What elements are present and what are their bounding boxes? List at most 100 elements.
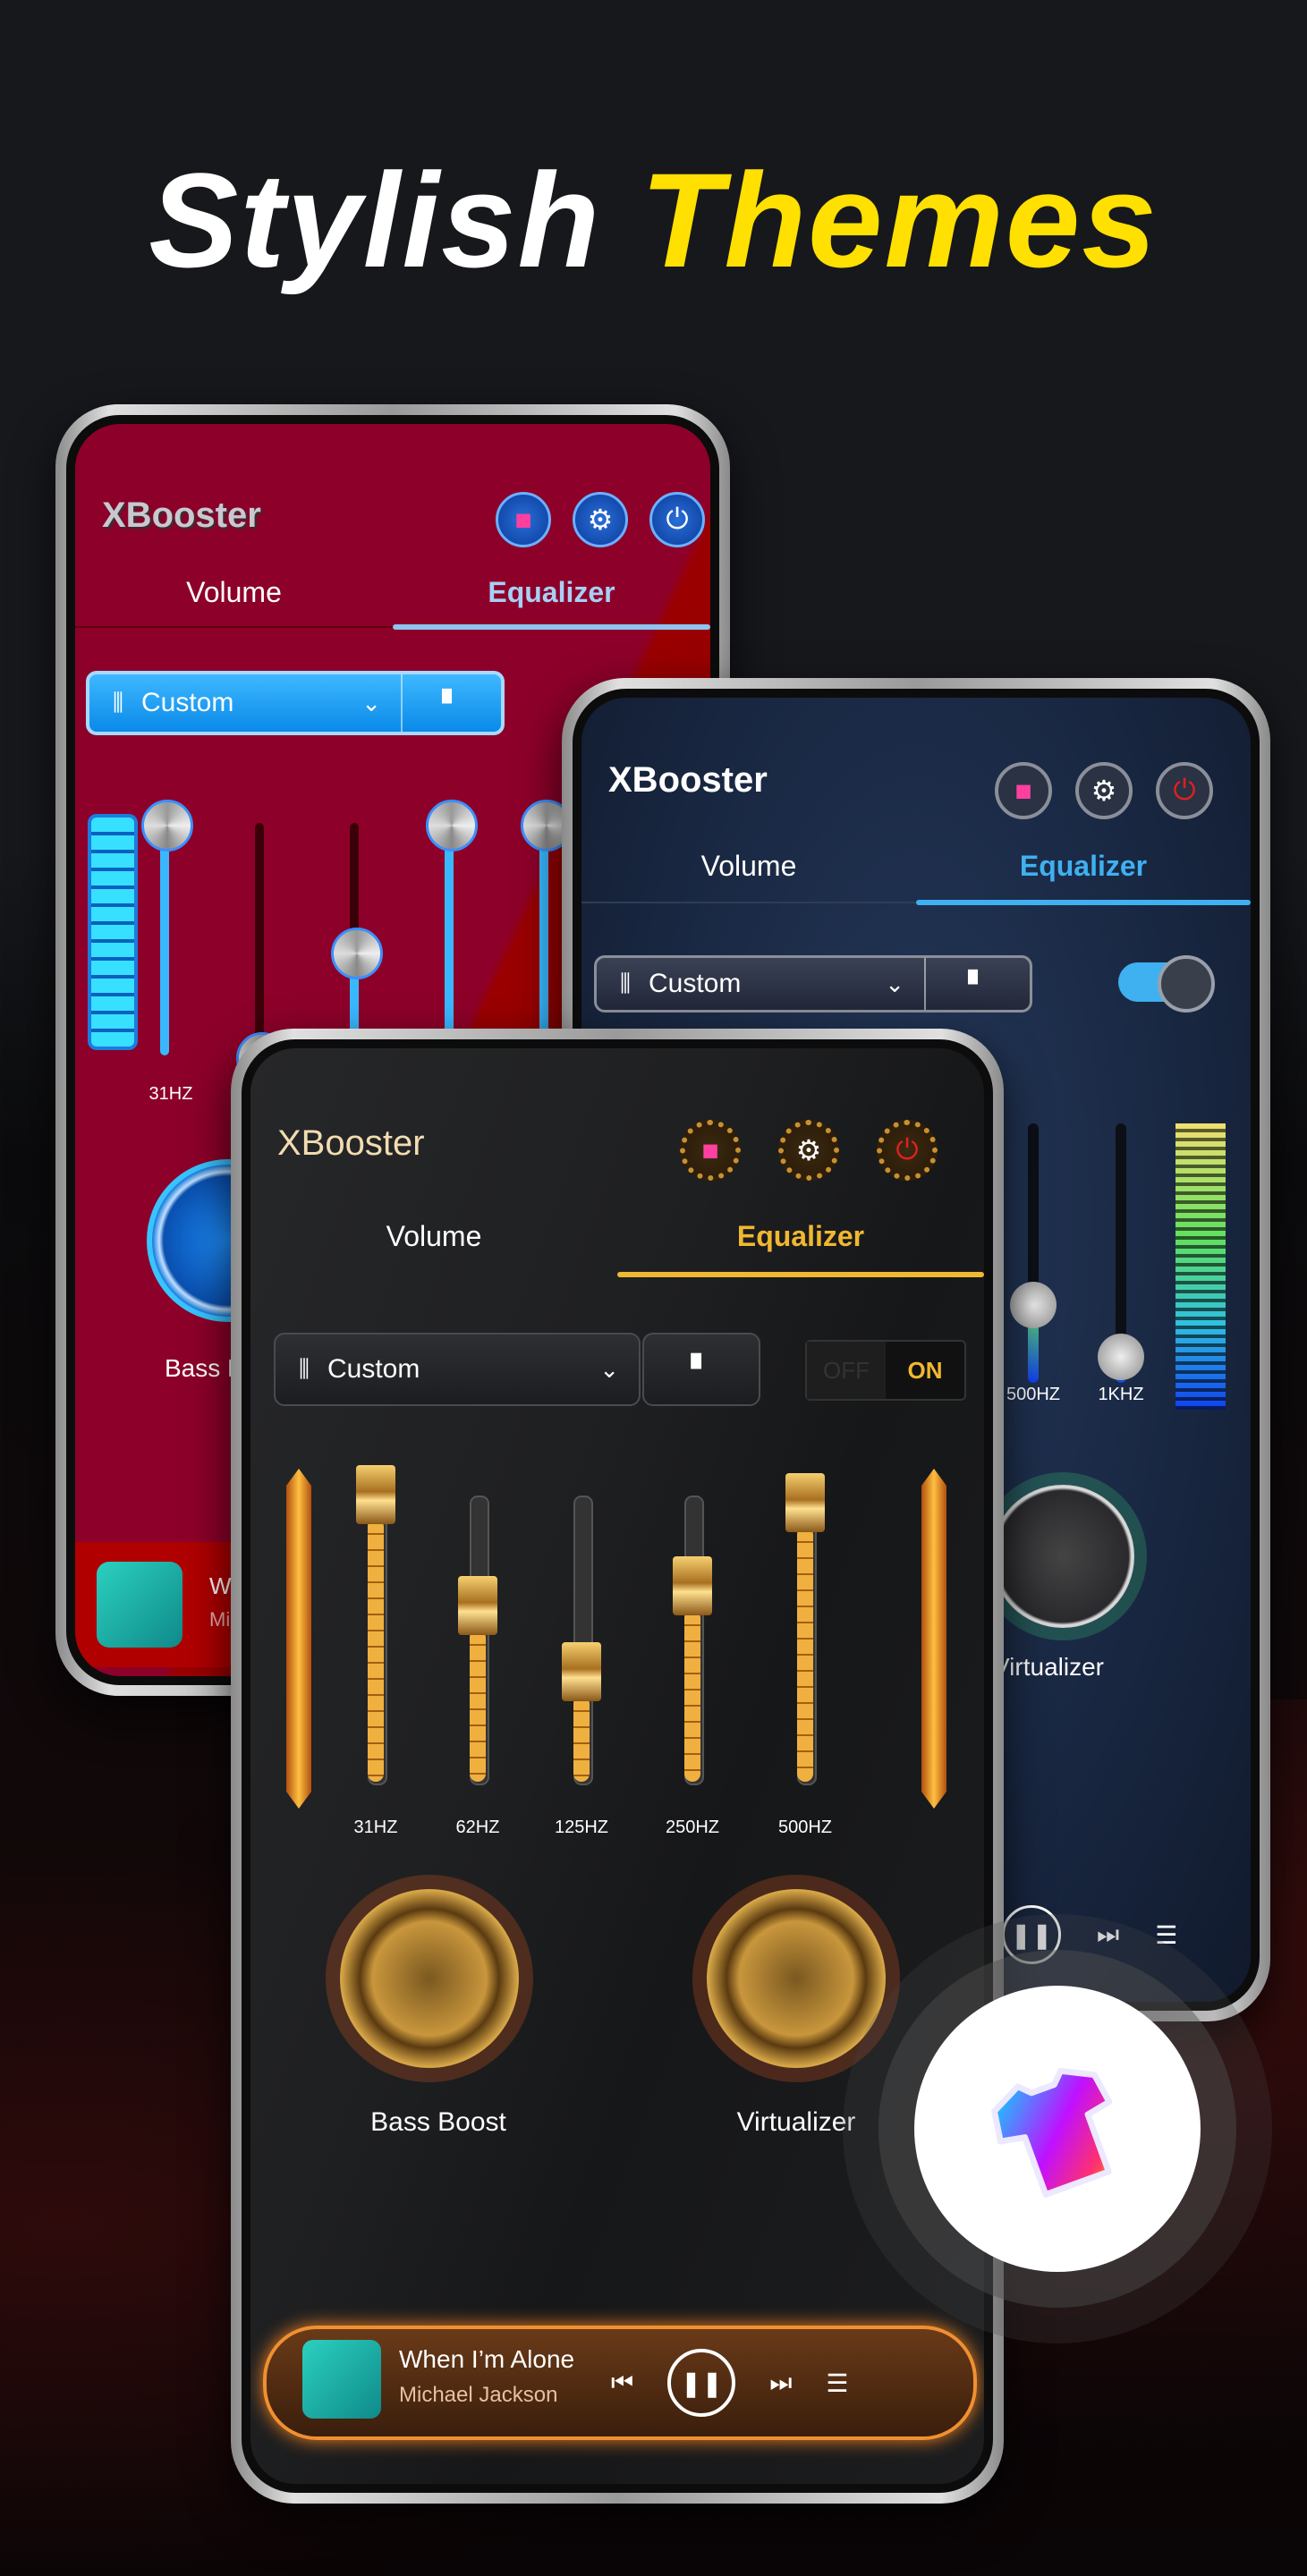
- virtualizer-knob[interactable]: [707, 1889, 886, 2068]
- preset-dropdown[interactable]: ⫼ Custom ⌄: [274, 1333, 641, 1406]
- headline: Stylish Themes: [0, 143, 1307, 298]
- switch-off-label: OFF: [807, 1342, 886, 1399]
- theme-icon: ■: [1014, 774, 1032, 807]
- gold-theme-screen: XBooster ■ ⚙ ⏻ Volume Equalizer ⫼ Custom…: [242, 1039, 993, 2493]
- virtualizer-knob[interactable]: [991, 1485, 1134, 1628]
- slider-thumb[interactable]: [562, 1642, 601, 1701]
- freq-label: 500HZ: [777, 1818, 833, 1837]
- theme-button[interactable]: ■: [995, 762, 1052, 819]
- freq-label: 31HZ: [149, 1084, 193, 1104]
- playlist-button[interactable]: ☰: [826, 2368, 848, 2398]
- slider-fill: [160, 823, 169, 1055]
- preset-value: Custom: [140, 688, 234, 717]
- pause-button[interactable]: ❚❚: [1002, 1905, 1061, 1964]
- settings-button[interactable]: ⚙: [778, 1120, 839, 1181]
- power-icon: ⏻: [895, 1133, 919, 1165]
- slider-fill: [573, 1696, 590, 1782]
- knob-label: Bass Boost: [370, 2107, 506, 2137]
- theme-button[interactable]: ■: [680, 1120, 741, 1181]
- tab-active-indicator: [916, 900, 1251, 905]
- freq-label: 500HZ: [1006, 1385, 1061, 1404]
- headline-part2: Themes: [640, 145, 1158, 295]
- tab-volume[interactable]: Volume: [250, 1220, 617, 1253]
- sliders-icon: ⫼: [620, 970, 631, 996]
- eq-toggle[interactable]: [1118, 955, 1215, 1013]
- knob-label: Virtualizer: [993, 1653, 1104, 1681]
- preset-dropdown[interactable]: ⫼ Custom ⌄ ▘: [594, 955, 1032, 1013]
- freq-label: 1KHZ: [1098, 1385, 1144, 1404]
- slider-fill: [445, 823, 454, 1055]
- tab-equalizer[interactable]: Equalizer: [916, 850, 1251, 883]
- power-button[interactable]: ⏻: [649, 492, 705, 547]
- slider-thumb[interactable]: [458, 1576, 497, 1636]
- pause-button[interactable]: ❚❚: [667, 2349, 736, 2417]
- left-gold-pillar: [286, 1469, 311, 1809]
- previous-button[interactable]: ⏮: [611, 2368, 633, 2398]
- save-preset-button[interactable]: ▘: [924, 958, 1030, 1010]
- save-icon: ▘: [691, 1354, 712, 1385]
- app-title: XBooster: [277, 1123, 425, 1163]
- power-button[interactable]: ⏻: [877, 1120, 938, 1181]
- album-art: [97, 1562, 182, 1648]
- slider-thumb[interactable]: [426, 800, 478, 852]
- save-icon: ▘: [968, 970, 988, 998]
- power-icon: ⏻: [666, 503, 689, 535]
- playlist-button[interactable]: ☰: [1155, 1920, 1177, 1950]
- theme-badge: [914, 1986, 1201, 2272]
- theme-shirt-icon: [991, 2067, 1113, 2198]
- app-title: XBooster: [608, 760, 768, 800]
- volume-level-meter: [88, 814, 138, 1050]
- switch-on-label: ON: [907, 1356, 943, 1384]
- settings-icon: ⚙: [795, 1134, 822, 1166]
- save-preset-button[interactable]: ▘: [401, 674, 501, 732]
- slider-fill: [797, 1527, 813, 1782]
- track-title: When I’m Alone: [399, 2345, 575, 2373]
- preset-value: Custom: [327, 1354, 420, 1384]
- sliders-icon: ⫼: [299, 1355, 310, 1382]
- app-title: XBooster: [102, 496, 261, 535]
- theme-icon: ■: [701, 1133, 719, 1166]
- next-button[interactable]: ⏭: [769, 2368, 792, 2398]
- player-controls: ⏮ ❚❚ ⏭ ☰: [611, 2349, 849, 2417]
- theme-icon: ■: [514, 503, 532, 536]
- right-gold-pillar: [921, 1469, 946, 1809]
- freq-label: 31HZ: [353, 1818, 398, 1837]
- track-artist: Michael Jackson: [399, 2383, 558, 2407]
- settings-icon: ⚙: [587, 504, 614, 536]
- freq-label: 62HZ: [455, 1818, 500, 1837]
- tab-volume[interactable]: Volume: [581, 850, 916, 883]
- slider-thumb[interactable]: [356, 1464, 395, 1524]
- headline-part1: Stylish: [149, 145, 602, 295]
- slider-track: [255, 823, 264, 1055]
- slider-thumb[interactable]: [1010, 1282, 1057, 1328]
- save-preset-button[interactable]: ▘: [642, 1333, 760, 1406]
- album-art: [302, 2340, 381, 2419]
- preset-dropdown[interactable]: ⫼ Custom ⌄ ▘: [86, 671, 505, 735]
- settings-button[interactable]: ⚙: [573, 492, 628, 547]
- power-button[interactable]: ⏻: [1156, 762, 1213, 819]
- slider-thumb[interactable]: [141, 800, 193, 852]
- slider-thumb[interactable]: [331, 928, 383, 979]
- theme-button[interactable]: ■: [496, 492, 551, 547]
- next-button[interactable]: ⏭: [1097, 1920, 1119, 1950]
- slider-thumb[interactable]: [1098, 1334, 1144, 1380]
- slider-thumb[interactable]: [673, 1556, 712, 1615]
- tab-active-indicator: [393, 624, 710, 630]
- slider-thumb[interactable]: [785, 1473, 825, 1533]
- slider-fill: [470, 1630, 486, 1782]
- save-icon: ▘: [442, 689, 462, 717]
- player-controls: ❚❚ ⏭ ☰: [1002, 1905, 1177, 1964]
- spectrum-meter: [1175, 1123, 1226, 1410]
- settings-button[interactable]: ⚙: [1075, 762, 1133, 819]
- knob-label: Virtualizer: [736, 2107, 856, 2137]
- eq-power-switch[interactable]: OFF ON: [805, 1340, 966, 1401]
- bass-boost-knob[interactable]: [340, 1889, 519, 2068]
- preset-value: Custom: [648, 969, 742, 998]
- tab-volume[interactable]: Volume: [75, 576, 393, 609]
- settings-icon: ⚙: [1091, 775, 1117, 807]
- tab-equalizer[interactable]: Equalizer: [617, 1220, 984, 1253]
- tab-equalizer[interactable]: Equalizer: [393, 576, 710, 609]
- mini-player[interactable]: When I’m Alone Michael Jackson ⏮ ❚❚ ⏭ ☰: [263, 2326, 977, 2440]
- gold-theme-phone: XBooster ■ ⚙ ⏻ Volume Equalizer ⫼ Custom…: [231, 1029, 1004, 2504]
- slider-fill: [684, 1610, 700, 1782]
